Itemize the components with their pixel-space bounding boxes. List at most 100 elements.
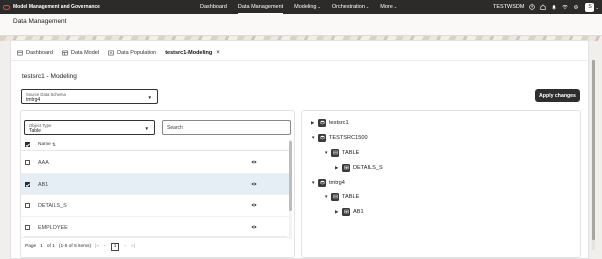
source-data-schema-select[interactable]: Source Data Schema tmtrg4 ▼: [21, 89, 158, 104]
page-title: Data Management: [13, 18, 67, 25]
close-icon[interactable]: ×: [216, 50, 220, 56]
table-row[interactable]: DETAILS_S: [21, 195, 291, 217]
user-name[interactable]: TESTWSDM: [493, 4, 524, 10]
modeling-card: Dashboard Data Model Data Population tes…: [10, 40, 589, 259]
search-input[interactable]: [162, 120, 291, 135]
object-type-value: Table: [29, 128, 41, 134]
nav-more-label: More: [380, 4, 393, 10]
brand[interactable]: Model Management and Governance: [0, 4, 180, 10]
pagination: Page 1 of 1 (1-5 of 5 items) |« ‹ 1 › »|: [25, 242, 140, 251]
tab-label: testsrc1-Modeling: [165, 50, 213, 56]
tree-node-label: testsrc1: [329, 119, 349, 126]
row-name: EMPLOYEE: [38, 224, 68, 231]
collapse-arrow-icon[interactable]: ▼: [324, 194, 331, 199]
row-name: DETAILS_S: [38, 203, 67, 209]
select-all-checkbox[interactable]: [25, 142, 30, 147]
current-page-button[interactable]: 1: [110, 242, 120, 251]
tab-bar: Dashboard Data Model Data Population tes…: [17, 47, 229, 59]
page-scrollbar[interactable]: [592, 60, 595, 250]
tree-node[interactable]: ▼ TESTSRC1500: [311, 133, 368, 142]
nav-modeling[interactable]: Modeling⌄: [294, 4, 321, 10]
settings-icon[interactable]: [573, 4, 579, 10]
row-checkbox[interactable]: [25, 203, 30, 208]
eye-icon[interactable]: [251, 181, 257, 187]
next-page-icon[interactable]: ›: [124, 244, 126, 249]
table-folder-icon: [331, 148, 339, 157]
collapse-arrow-icon[interactable]: ▼: [324, 150, 331, 155]
first-page-icon[interactable]: |«: [95, 244, 99, 249]
chevron-down-icon[interactable]: ⌄: [595, 5, 598, 10]
apply-changes-button[interactable]: Apply changes: [535, 89, 580, 102]
nav-data-management[interactable]: Data Management: [237, 4, 284, 14]
row-checkbox[interactable]: [25, 181, 30, 187]
object-type-select[interactable]: Object Type Table ▼: [24, 120, 155, 135]
page-of-label: of 1: [46, 244, 55, 249]
user-area: TESTWSDM S ⌄: [493, 0, 599, 14]
tree-node-label: TABLE: [342, 149, 360, 156]
notifications-icon[interactable]: [551, 4, 557, 10]
dashboard-icon: [17, 50, 23, 56]
schema-icon: [318, 118, 326, 127]
row-checkbox[interactable]: [25, 160, 30, 165]
column-header-name[interactable]: Name: [38, 142, 51, 147]
last-page-icon[interactable]: »|: [131, 244, 135, 249]
help-icon[interactable]: [529, 4, 536, 10]
table-row[interactable]: AAA: [21, 152, 291, 174]
tab-testsrc1-modeling[interactable]: testsrc1-Modeling ×: [165, 50, 220, 56]
tree-node-label: AB1: [353, 208, 364, 215]
eye-icon[interactable]: [251, 159, 257, 165]
table-icon: [342, 207, 350, 216]
horizontal-scrollbar[interactable]: [24, 236, 287, 238]
eye-icon[interactable]: [251, 224, 257, 230]
top-navigation-bar: Model Management and Governance Dashboar…: [0, 0, 602, 14]
scrollbar-thumb[interactable]: [289, 141, 292, 211]
nav-orchestration-label: Orchestration: [331, 4, 365, 10]
nav-dashboard[interactable]: Dashboard: [200, 4, 227, 10]
tab-data-population[interactable]: Data Population: [108, 50, 156, 56]
tab-divider: [11, 60, 588, 61]
tree-node[interactable]: ▼ tmtrg4: [311, 178, 345, 187]
objects-panel: Object Type Table ▼ Name ⇅ AAA AB1 DET: [20, 110, 295, 258]
vertical-scrollbar[interactable]: [289, 139, 292, 239]
tab-dashboard[interactable]: Dashboard: [17, 50, 53, 56]
tree-node[interactable]: ▶ testsrc1: [311, 118, 349, 127]
tree-node[interactable]: ▼ TABLE: [324, 192, 359, 201]
sort-icon[interactable]: ⇅: [52, 142, 56, 148]
tree-node-label: DETAILS_S: [353, 164, 383, 171]
table-row[interactable]: EMPLOYEE: [21, 217, 291, 238]
oracle-logo-icon: [3, 4, 10, 10]
expand-arrow-icon[interactable]: ▶: [311, 120, 318, 126]
nav-orchestration[interactable]: Orchestration⌄: [332, 4, 369, 10]
tree-node[interactable]: ▼ TABLE: [324, 148, 359, 157]
tab-label: Data Population: [117, 50, 157, 56]
brand-name: Model Management and Governance: [13, 4, 100, 10]
table-row[interactable]: AB1: [21, 173, 291, 195]
source-data-schema-value: tmtrg4: [26, 97, 41, 103]
row-checkbox[interactable]: [25, 224, 30, 230]
avatar[interactable]: S: [585, 2, 595, 12]
schema-tree-panel: ▶ testsrc1 ▼ TESTSRC1500 ▼ TABLE ▶ DETAI…: [301, 110, 581, 258]
row-name: AAA: [38, 160, 49, 166]
tab-data-model[interactable]: Data Model: [62, 50, 99, 56]
tab-label: Dashboard: [26, 50, 53, 56]
chevron-down-icon: ⌄: [365, 4, 370, 9]
nav-modeling-label: Modeling: [294, 4, 317, 10]
page-header: Data Management: [0, 14, 602, 36]
expand-arrow-icon[interactable]: ▶: [335, 209, 342, 215]
wifi-icon[interactable]: [562, 4, 569, 10]
collapse-arrow-icon[interactable]: ▼: [311, 180, 318, 185]
expand-arrow-icon[interactable]: ▶: [335, 165, 342, 171]
chevron-down-icon: ⌄: [393, 4, 398, 9]
previous-page-icon[interactable]: ‹: [104, 244, 106, 249]
tree-node-label: TABLE: [342, 193, 360, 200]
table-header: Name ⇅: [21, 139, 291, 151]
tree-node[interactable]: ▶ DETAILS_S: [335, 163, 383, 172]
tree-node[interactable]: ▶ AB1: [335, 207, 364, 216]
section-title: testsrc1 - Modeling: [22, 73, 77, 80]
collapse-arrow-icon[interactable]: ▼: [311, 135, 318, 140]
eye-icon[interactable]: [251, 202, 257, 208]
page-scrollbar-thumb[interactable]: [592, 60, 595, 240]
nav-more[interactable]: More⌄: [380, 4, 397, 10]
chevron-down-icon: ⌄: [317, 4, 321, 9]
home-icon[interactable]: [540, 4, 547, 10]
